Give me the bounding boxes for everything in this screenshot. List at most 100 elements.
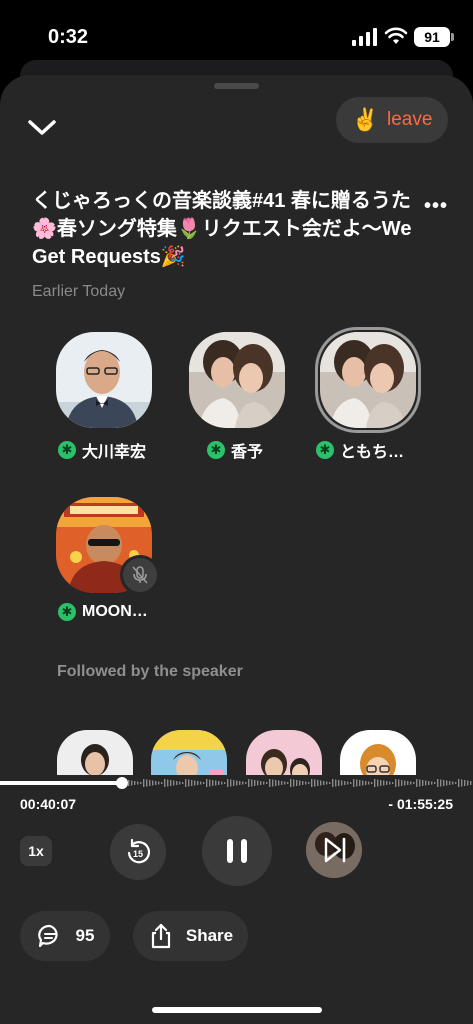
waveform-tick <box>158 781 160 785</box>
waveform-tick <box>224 782 226 784</box>
waveform-tick <box>392 782 394 784</box>
avatar <box>56 332 152 428</box>
waveform-tick <box>188 779 190 787</box>
elapsed-time: 00:40:07 <box>20 796 77 812</box>
speaker-name: MOON… <box>82 603 148 620</box>
waveform-tick <box>449 781 451 785</box>
speaker-badge-icon: ✱ <box>58 441 76 459</box>
wifi-icon <box>384 27 408 44</box>
waveform-tick <box>134 781 136 785</box>
waveform-tick <box>167 779 169 787</box>
speaker-name: 大川幸宏 <box>82 444 147 461</box>
waveform-tick <box>434 782 436 784</box>
next-episode-button[interactable] <box>306 822 362 878</box>
waveform-tick <box>161 782 163 784</box>
waveform-tick <box>233 780 235 786</box>
room-subtitle: Earlier Today <box>32 283 126 300</box>
waveform-tick <box>404 780 406 786</box>
waveform-tick <box>317 780 319 786</box>
waveform-tick <box>149 780 151 786</box>
waveform-tick <box>410 781 412 785</box>
sheet-grabber[interactable] <box>214 83 259 89</box>
waveform-tick <box>179 781 181 785</box>
waveform-tick <box>380 780 382 786</box>
progress-handle[interactable] <box>116 777 128 789</box>
chat-bubble-icon <box>37 924 58 948</box>
waveform-tick <box>401 780 403 786</box>
leave-button[interactable]: ✌️ leave <box>336 97 448 143</box>
waveform-tick <box>443 780 445 786</box>
waveform-tick <box>155 781 157 785</box>
waveform-tick <box>239 781 241 785</box>
battery-tip <box>451 33 454 41</box>
speaker-name-row: ✱ ともち… <box>316 438 404 462</box>
waveform-tick <box>296 780 298 786</box>
speaker-name: 香予 <box>231 444 264 461</box>
avatar <box>189 332 285 428</box>
victory-hand-icon: ✌️ <box>351 107 379 132</box>
speaker-badge-icon: ✱ <box>207 441 225 459</box>
waveform-tick <box>455 782 457 784</box>
followed-section-label: Followed by the speaker <box>57 663 243 680</box>
waveform-tick <box>368 781 370 785</box>
home-indicator[interactable] <box>152 1007 322 1013</box>
waveform-tick <box>314 779 316 787</box>
waveform-tick <box>290 779 292 787</box>
waveform-tick <box>398 779 400 787</box>
share-button[interactable]: Share <box>133 911 248 961</box>
waveform-tick <box>245 782 247 784</box>
waveform-tick <box>362 780 364 786</box>
waveform-tick <box>365 781 367 785</box>
waveform-tick <box>377 779 379 787</box>
waveform-tick <box>356 779 358 787</box>
rewind-icon: 15 <box>127 838 151 864</box>
chevron-down-icon[interactable] <box>24 109 60 145</box>
waveform-tick <box>212 780 214 786</box>
waveform-tick <box>359 780 361 786</box>
waveform-tick <box>425 780 427 786</box>
waveform-tick <box>461 779 463 787</box>
progress-fill <box>0 781 122 785</box>
progress-track[interactable] <box>0 777 473 789</box>
status-time: 0:32 <box>48 26 89 48</box>
waveform-tick <box>452 781 454 785</box>
comments-button[interactable]: 95 <box>20 911 110 961</box>
waveform-tick <box>131 780 133 786</box>
waveform-tick <box>170 780 172 786</box>
waveform-tick <box>467 780 469 786</box>
waveform-tick <box>278 780 280 786</box>
waveform-tick <box>164 779 166 787</box>
waveform-tick <box>137 781 139 785</box>
speaker-name-row: ✱ 香予 <box>207 438 263 462</box>
waveform-tick <box>464 780 466 786</box>
waveform-tick <box>353 779 355 787</box>
waveform-tick <box>470 781 472 785</box>
waveform-tick <box>203 782 205 784</box>
battery-icon: 91 <box>414 27 450 47</box>
playback-speed-button[interactable]: 1x <box>20 836 52 866</box>
waveform-tick <box>407 781 409 785</box>
share-label: Share <box>185 926 234 945</box>
waveform-tick <box>302 781 304 785</box>
waveform-tick <box>176 781 178 785</box>
waveform-tick <box>263 781 265 785</box>
waveform-tick <box>185 779 187 787</box>
pause-button[interactable] <box>202 816 272 886</box>
waveform-tick <box>200 781 202 785</box>
waveform-tick <box>419 779 421 787</box>
waveform-tick <box>395 779 397 787</box>
waveform-tick <box>146 779 148 787</box>
leave-label: leave <box>386 109 433 130</box>
waveform-tick <box>416 779 418 787</box>
waveform-tick <box>446 780 448 786</box>
room-sheet: ✌️ leave くじゃろっくの音楽談義#41 春に贈るうた🌸春ソング特集🌷リク… <box>0 75 473 1024</box>
more-options-icon[interactable]: ••• <box>424 195 448 218</box>
waveform-tick <box>284 781 286 785</box>
waveform-tick <box>248 779 250 787</box>
waveform-tick <box>293 779 295 787</box>
rewind-15-button[interactable]: 15 <box>110 824 166 880</box>
waveform-tick <box>437 779 439 787</box>
waveform-tick <box>422 780 424 786</box>
waveform-tick <box>152 780 154 786</box>
rewind-seconds: 15 <box>133 849 143 859</box>
